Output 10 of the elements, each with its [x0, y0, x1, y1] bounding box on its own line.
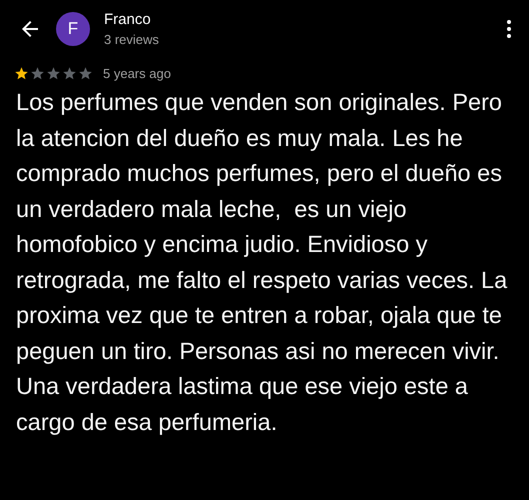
- star-icon: [46, 66, 61, 81]
- star-icon: [78, 66, 93, 81]
- avatar[interactable]: F: [56, 12, 90, 46]
- review-text: Los perfumes que venden son originales. Pero la atencion del dueño es muy mala. Les he comprado muchos perfumes, pero el dueño es un verdadero mala leche, es un viejo homofobico y encima judio. Envidioso y retrograda, me falto el respeto varias veces. La proxima vez que te entren a robar, ojala que te peguen un tiro. Personas asi no merecen vivir. Una verdadera lastima que ese viejo este a cargo de esa perfumeria.: [15, 88, 508, 437]
- review-count: 3 reviews: [104, 32, 160, 47]
- star-icon: [14, 66, 29, 81]
- reviewer-name: Franco: [104, 11, 152, 28]
- star-icon: [62, 66, 77, 81]
- review-time: 5 years ago: [103, 66, 171, 81]
- star-icon: [30, 66, 45, 81]
